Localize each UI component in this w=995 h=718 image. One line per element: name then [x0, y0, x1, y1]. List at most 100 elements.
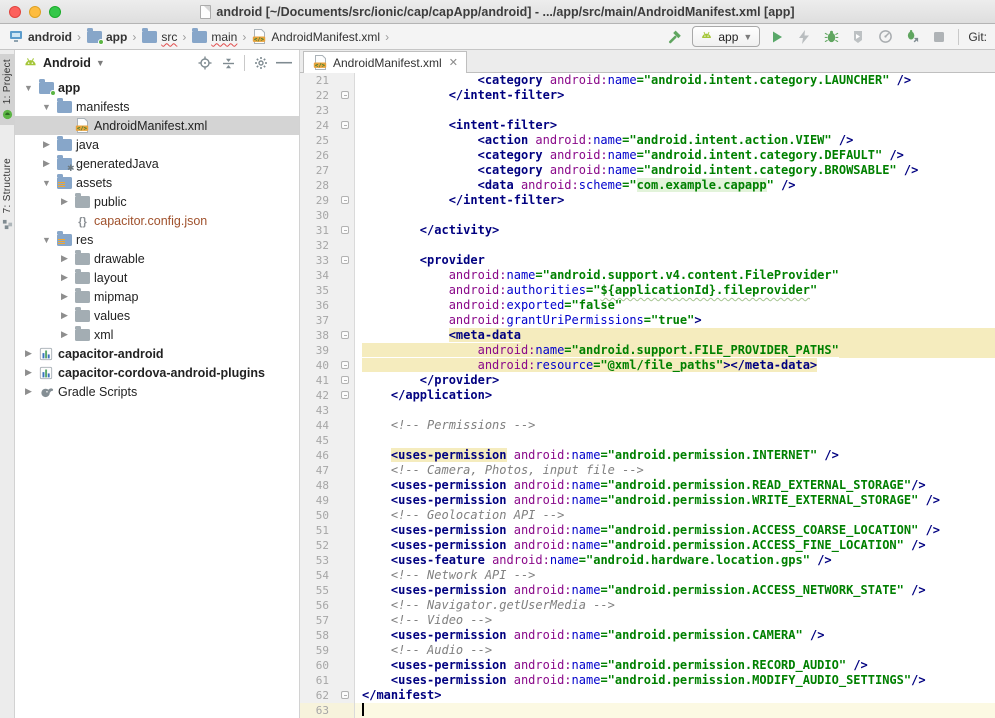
tree-item-gradle-scripts[interactable]: ▶Gradle Scripts [15, 382, 299, 401]
code-line-60[interactable]: 60 <uses-permission android:name="androi… [300, 658, 995, 673]
profiler-icon[interactable] [875, 27, 895, 47]
code-line-22[interactable]: 22 </intent-filter> [300, 88, 995, 103]
tree-expand-arrow-icon[interactable]: ▶ [41, 139, 52, 150]
fold-marker-icon[interactable] [341, 376, 349, 384]
tree-expand-arrow-icon[interactable]: ▼ [41, 235, 52, 245]
fold-marker-icon[interactable] [341, 691, 349, 699]
tree-expand-arrow-icon[interactable]: ▶ [23, 348, 34, 359]
tree-item-drawable[interactable]: ▶drawable [15, 249, 299, 268]
tree-expand-arrow-icon[interactable]: ▶ [59, 272, 70, 283]
code-line-33[interactable]: 33 <provider [300, 253, 995, 268]
code-line-61[interactable]: 61 <uses-permission android:name="androi… [300, 673, 995, 688]
code-line-47[interactable]: 47 <!-- Camera, Photos, input file --> [300, 463, 995, 478]
code-line-41[interactable]: 41 </provider> [300, 373, 995, 388]
debug-button[interactable] [821, 27, 841, 47]
code-line-40[interactable]: 40 android:resource="@xml/file_paths"></… [300, 358, 995, 373]
code-line-32[interactable]: 32 [300, 238, 995, 253]
breadcrumb-item-android[interactable]: android [6, 28, 74, 46]
code-line-59[interactable]: 59 <!-- Audio --> [300, 643, 995, 658]
tree-item-capacitor-config-json[interactable]: {}capacitor.config.json [15, 211, 299, 230]
code-line-42[interactable]: 42 </application> [300, 388, 995, 403]
breadcrumb-item-androidmanifest-xml[interactable]: </>AndroidManifest.xml [249, 28, 382, 46]
project-view-selector[interactable]: Android [43, 56, 91, 70]
code-line-55[interactable]: 55 <uses-permission android:name="androi… [300, 583, 995, 598]
make-project-hammer-icon[interactable] [665, 27, 685, 47]
chevron-down-icon[interactable]: ▼ [96, 58, 105, 68]
tree-item-res[interactable]: ▼res [15, 230, 299, 249]
tree-item-capacitor-android[interactable]: ▶capacitor-android [15, 344, 299, 363]
code-line-29[interactable]: 29 </intent-filter> [300, 193, 995, 208]
minimize-window-button[interactable] [29, 6, 41, 18]
code-line-24[interactable]: 24 <intent-filter> [300, 118, 995, 133]
tree-item-assets[interactable]: ▼assets [15, 173, 299, 192]
code-line-25[interactable]: 25 <action android:name="android.intent.… [300, 133, 995, 148]
tree-expand-arrow-icon[interactable]: ▶ [59, 329, 70, 340]
fold-marker-icon[interactable] [341, 361, 349, 369]
tree-expand-arrow-icon[interactable]: ▶ [59, 310, 70, 321]
tree-expand-arrow-icon[interactable]: ▶ [59, 253, 70, 264]
tree-item-values[interactable]: ▶values [15, 306, 299, 325]
tree-expand-arrow-icon[interactable]: ▼ [23, 83, 34, 93]
code-line-27[interactable]: 27 <category android:name="android.inten… [300, 163, 995, 178]
tree-expand-arrow-icon[interactable]: ▶ [59, 291, 70, 302]
close-window-button[interactable] [9, 6, 21, 18]
code-line-51[interactable]: 51 <uses-permission android:name="androi… [300, 523, 995, 538]
tree-item-androidmanifest-xml[interactable]: </>AndroidManifest.xml [15, 116, 299, 135]
code-line-57[interactable]: 57 <!-- Video --> [300, 613, 995, 628]
tree-expand-arrow-icon[interactable]: ▶ [23, 386, 34, 397]
tree-expand-arrow-icon[interactable]: ▼ [41, 178, 52, 188]
code-line-58[interactable]: 58 <uses-permission android:name="androi… [300, 628, 995, 643]
code-line-46[interactable]: 46 <uses-permission android:name="androi… [300, 448, 995, 463]
stop-button[interactable] [929, 27, 949, 47]
code-line-49[interactable]: 49 <uses-permission android:name="androi… [300, 493, 995, 508]
tree-item-manifests[interactable]: ▼manifests [15, 97, 299, 116]
tree-item-generatedjava[interactable]: ▶✱generatedJava [15, 154, 299, 173]
code-line-23[interactable]: 23 [300, 103, 995, 118]
tool-window-button-project[interactable]: 1: Project [0, 54, 15, 125]
attach-debugger-icon[interactable] [902, 27, 922, 47]
code-line-38[interactable]: 38 <meta-data [300, 328, 995, 343]
locate-icon[interactable] [196, 54, 214, 72]
tree-item-mipmap[interactable]: ▶mipmap [15, 287, 299, 306]
tree-item-layout[interactable]: ▶layout [15, 268, 299, 287]
code-line-43[interactable]: 43 [300, 403, 995, 418]
close-tab-icon[interactable]: ✕ [449, 56, 458, 69]
code-line-30[interactable]: 30 [300, 208, 995, 223]
code-line-35[interactable]: 35 android:authorities="${applicationId}… [300, 283, 995, 298]
code-line-62[interactable]: 62</manifest> [300, 688, 995, 703]
code-line-54[interactable]: 54 <!-- Network API --> [300, 568, 995, 583]
tree-item-xml[interactable]: ▶xml [15, 325, 299, 344]
collapse-all-icon[interactable] [219, 54, 237, 72]
code-line-21[interactable]: 21 <category android:name="android.inten… [300, 73, 995, 88]
code-line-50[interactable]: 50 <!-- Geolocation API --> [300, 508, 995, 523]
tree-expand-arrow-icon[interactable]: ▶ [23, 367, 34, 378]
breadcrumb-item-main[interactable]: main [189, 28, 239, 46]
code-line-52[interactable]: 52 <uses-permission android:name="androi… [300, 538, 995, 553]
fold-marker-icon[interactable] [341, 91, 349, 99]
fold-marker-icon[interactable] [341, 226, 349, 234]
tool-window-button-structure[interactable]: 7: Structure [0, 153, 15, 234]
run-button[interactable] [767, 27, 787, 47]
run-with-coverage-icon[interactable] [848, 27, 868, 47]
settings-gear-icon[interactable] [252, 54, 270, 72]
code-line-26[interactable]: 26 <category android:name="android.inten… [300, 148, 995, 163]
code-line-53[interactable]: 53 <uses-feature android:name="android.h… [300, 553, 995, 568]
code-editor[interactable]: 21 <category android:name="android.inten… [300, 73, 995, 718]
fold-marker-icon[interactable] [341, 256, 349, 264]
zoom-window-button[interactable] [49, 6, 61, 18]
code-line-45[interactable]: 45 [300, 433, 995, 448]
tree-item-java[interactable]: ▶java [15, 135, 299, 154]
run-configuration-select[interactable]: app ▼ [692, 26, 760, 47]
fold-marker-icon[interactable] [341, 331, 349, 339]
editor-tab-androidmanifest[interactable]: </> AndroidManifest.xml ✕ [303, 51, 467, 73]
code-line-44[interactable]: 44 <!-- Permissions --> [300, 418, 995, 433]
tree-expand-arrow-icon[interactable]: ▶ [59, 196, 70, 207]
tree-expand-arrow-icon[interactable]: ▼ [41, 102, 52, 112]
tree-item-app[interactable]: ▼app [15, 78, 299, 97]
code-line-37[interactable]: 37 android:grantUriPermissions="true"> [300, 313, 995, 328]
code-line-36[interactable]: 36 android:exported="false" [300, 298, 995, 313]
code-line-34[interactable]: 34 android:name="android.support.v4.cont… [300, 268, 995, 283]
hide-panel-icon[interactable]: — [275, 54, 293, 72]
apply-changes-icon[interactable] [794, 27, 814, 47]
breadcrumb-item-src[interactable]: src [139, 28, 179, 46]
